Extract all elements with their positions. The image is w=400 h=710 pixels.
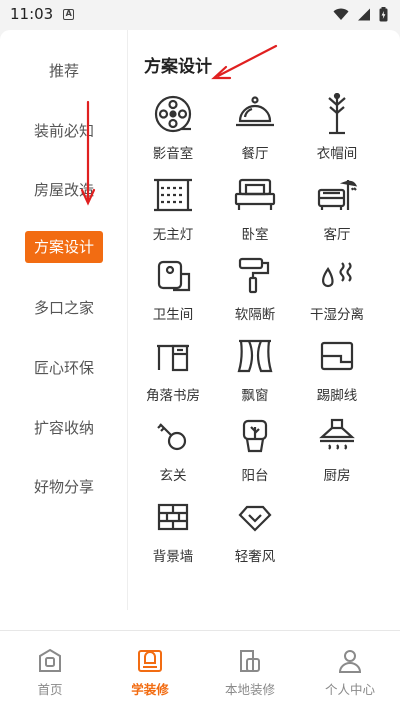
drops-icon (315, 253, 359, 297)
category-label: 衣帽间 (316, 146, 358, 162)
sidebar-item-label: 房屋改造 (33, 180, 94, 199)
sidebar-item-multi-family[interactable]: 多口之家 (0, 290, 128, 324)
section-title: 方案设计 (144, 57, 212, 77)
category-label: 轻奢风 (234, 548, 276, 565)
category-bedroom[interactable]: 卧室 (214, 171, 296, 252)
sofa-lamp-icon (315, 173, 359, 217)
category-panel: 推荐 装前必知 房屋改造 方案设计 多口之家 匠心环保 扩容收纳 好物分享 方案… (0, 30, 400, 630)
local-icon (240, 650, 260, 672)
status-time: 11:03 (10, 5, 54, 23)
sidebar-item-storage[interactable]: 扩容收纳 (0, 410, 128, 444)
category-soft-partition[interactable]: 软隔断 (214, 251, 296, 332)
sidebar-item-pre-renovation[interactable]: 装前必知 (0, 113, 128, 147)
category-label: 踢脚线 (316, 387, 358, 404)
category-entrance[interactable]: 玄关 (132, 412, 214, 493)
category-label: 玄关 (159, 468, 187, 484)
nav-label: 个人中心 (324, 682, 375, 697)
sidebar-item-goods[interactable]: 好物分享 (0, 469, 128, 503)
ceiling-lights-icon (151, 173, 195, 217)
nav-profile[interactable]: 个人中心 (300, 631, 400, 710)
category-balcony[interactable]: 阳台 (214, 412, 296, 493)
category-label: 卫生间 (152, 307, 194, 323)
nav-label: 本地装修 (224, 682, 275, 697)
category-label: 软隔断 (234, 307, 276, 323)
wifi-icon (333, 8, 349, 20)
category-feature-wall[interactable]: 背景墙 (132, 493, 214, 574)
category-home-theater[interactable]: 影音室 (132, 90, 214, 171)
category-label: 卧室 (241, 226, 269, 243)
nav-home[interactable]: 首页 (0, 631, 100, 710)
category-wet-dry-separation[interactable]: 干湿分离 (296, 251, 378, 332)
plant-pot-icon (233, 414, 277, 458)
signal-icon (358, 8, 370, 20)
sidebar-item-recommend[interactable]: 推荐 (0, 53, 128, 87)
toilet-paper-icon (151, 253, 195, 297)
status-bar: 11:03 A (0, 0, 400, 28)
category-bay-window[interactable]: 飘窗 (214, 332, 296, 413)
home-icon (39, 648, 61, 672)
baseboard-icon (315, 334, 359, 378)
nav-local[interactable]: 本地装修 (200, 631, 300, 710)
battery-icon (379, 6, 388, 21)
sidebar-item-label: 推荐 (48, 61, 79, 80)
cloche-icon (233, 92, 277, 136)
category-baseboard[interactable]: 踢脚线 (296, 332, 378, 413)
category-label: 阳台 (241, 468, 269, 484)
curtain-icon (233, 334, 277, 378)
category-label: 干湿分离 (310, 307, 364, 323)
brick-wall-icon (151, 495, 195, 539)
category-living-room[interactable]: 客厅 (296, 171, 378, 252)
category-sidebar: 推荐 装前必知 房屋改造 方案设计 多口之家 匠心环保 扩容收纳 好物分享 (0, 30, 128, 610)
sidebar-item-label: 方案设计 (24, 231, 103, 263)
bed-icon (233, 173, 277, 217)
category-light-luxury[interactable]: 轻奢风 (214, 493, 296, 574)
category-label: 餐厅 (241, 146, 269, 162)
category-label: 无主灯 (152, 226, 194, 243)
category-content: 方案设计 影音室 餐厅 衣帽间 无主灯 卧室 客厅 卫生间 软隔断 干湿分离 角… (128, 30, 400, 610)
category-cloakroom[interactable]: 衣帽间 (296, 90, 378, 171)
coat-rack-icon (315, 92, 359, 136)
category-grid: 影音室 餐厅 衣帽间 无主灯 卧室 客厅 卫生间 软隔断 干湿分离 角落书房 飘… (132, 90, 378, 573)
category-label: 角落书房 (146, 387, 200, 404)
category-corner-study[interactable]: 角落书房 (132, 332, 214, 413)
sidebar-item-renovation[interactable]: 房屋改造 (0, 172, 128, 206)
bottom-nav: 首页 学装修 本地装修 个人中心 (0, 630, 400, 710)
paint-roller-icon (233, 253, 277, 297)
diamond-icon (233, 495, 277, 539)
key-icon (151, 414, 195, 458)
film-reel-icon (151, 92, 195, 136)
category-no-main-light[interactable]: 无主灯 (132, 171, 214, 252)
sidebar-item-eco[interactable]: 匠心环保 (0, 350, 128, 384)
category-label: 影音室 (152, 146, 194, 162)
sidebar-item-plan-design[interactable]: 方案设计 (0, 230, 128, 264)
category-bathroom[interactable]: 卫生间 (132, 251, 214, 332)
sidebar-item-label: 匠心环保 (33, 358, 94, 377)
person-icon (338, 650, 362, 673)
category-label: 厨房 (323, 468, 351, 484)
range-hood-icon (315, 414, 359, 458)
category-dining[interactable]: 餐厅 (214, 90, 296, 171)
category-label: 客厅 (323, 226, 351, 243)
category-label: 背景墙 (152, 548, 194, 565)
sidebar-item-label: 扩容收纳 (33, 418, 94, 437)
sidebar-item-label: 好物分享 (33, 477, 94, 496)
category-kitchen[interactable]: 厨房 (296, 412, 378, 493)
notification-icon: A (63, 8, 75, 20)
nav-learn[interactable]: 学装修 (100, 631, 200, 710)
book-icon (138, 650, 162, 672)
sidebar-item-label: 多口之家 (33, 298, 94, 317)
nav-label: 学装修 (131, 682, 169, 697)
sidebar-item-label: 装前必知 (33, 121, 94, 140)
category-label: 飘窗 (241, 387, 269, 404)
desk-icon (151, 334, 195, 378)
nav-label: 首页 (37, 682, 63, 697)
